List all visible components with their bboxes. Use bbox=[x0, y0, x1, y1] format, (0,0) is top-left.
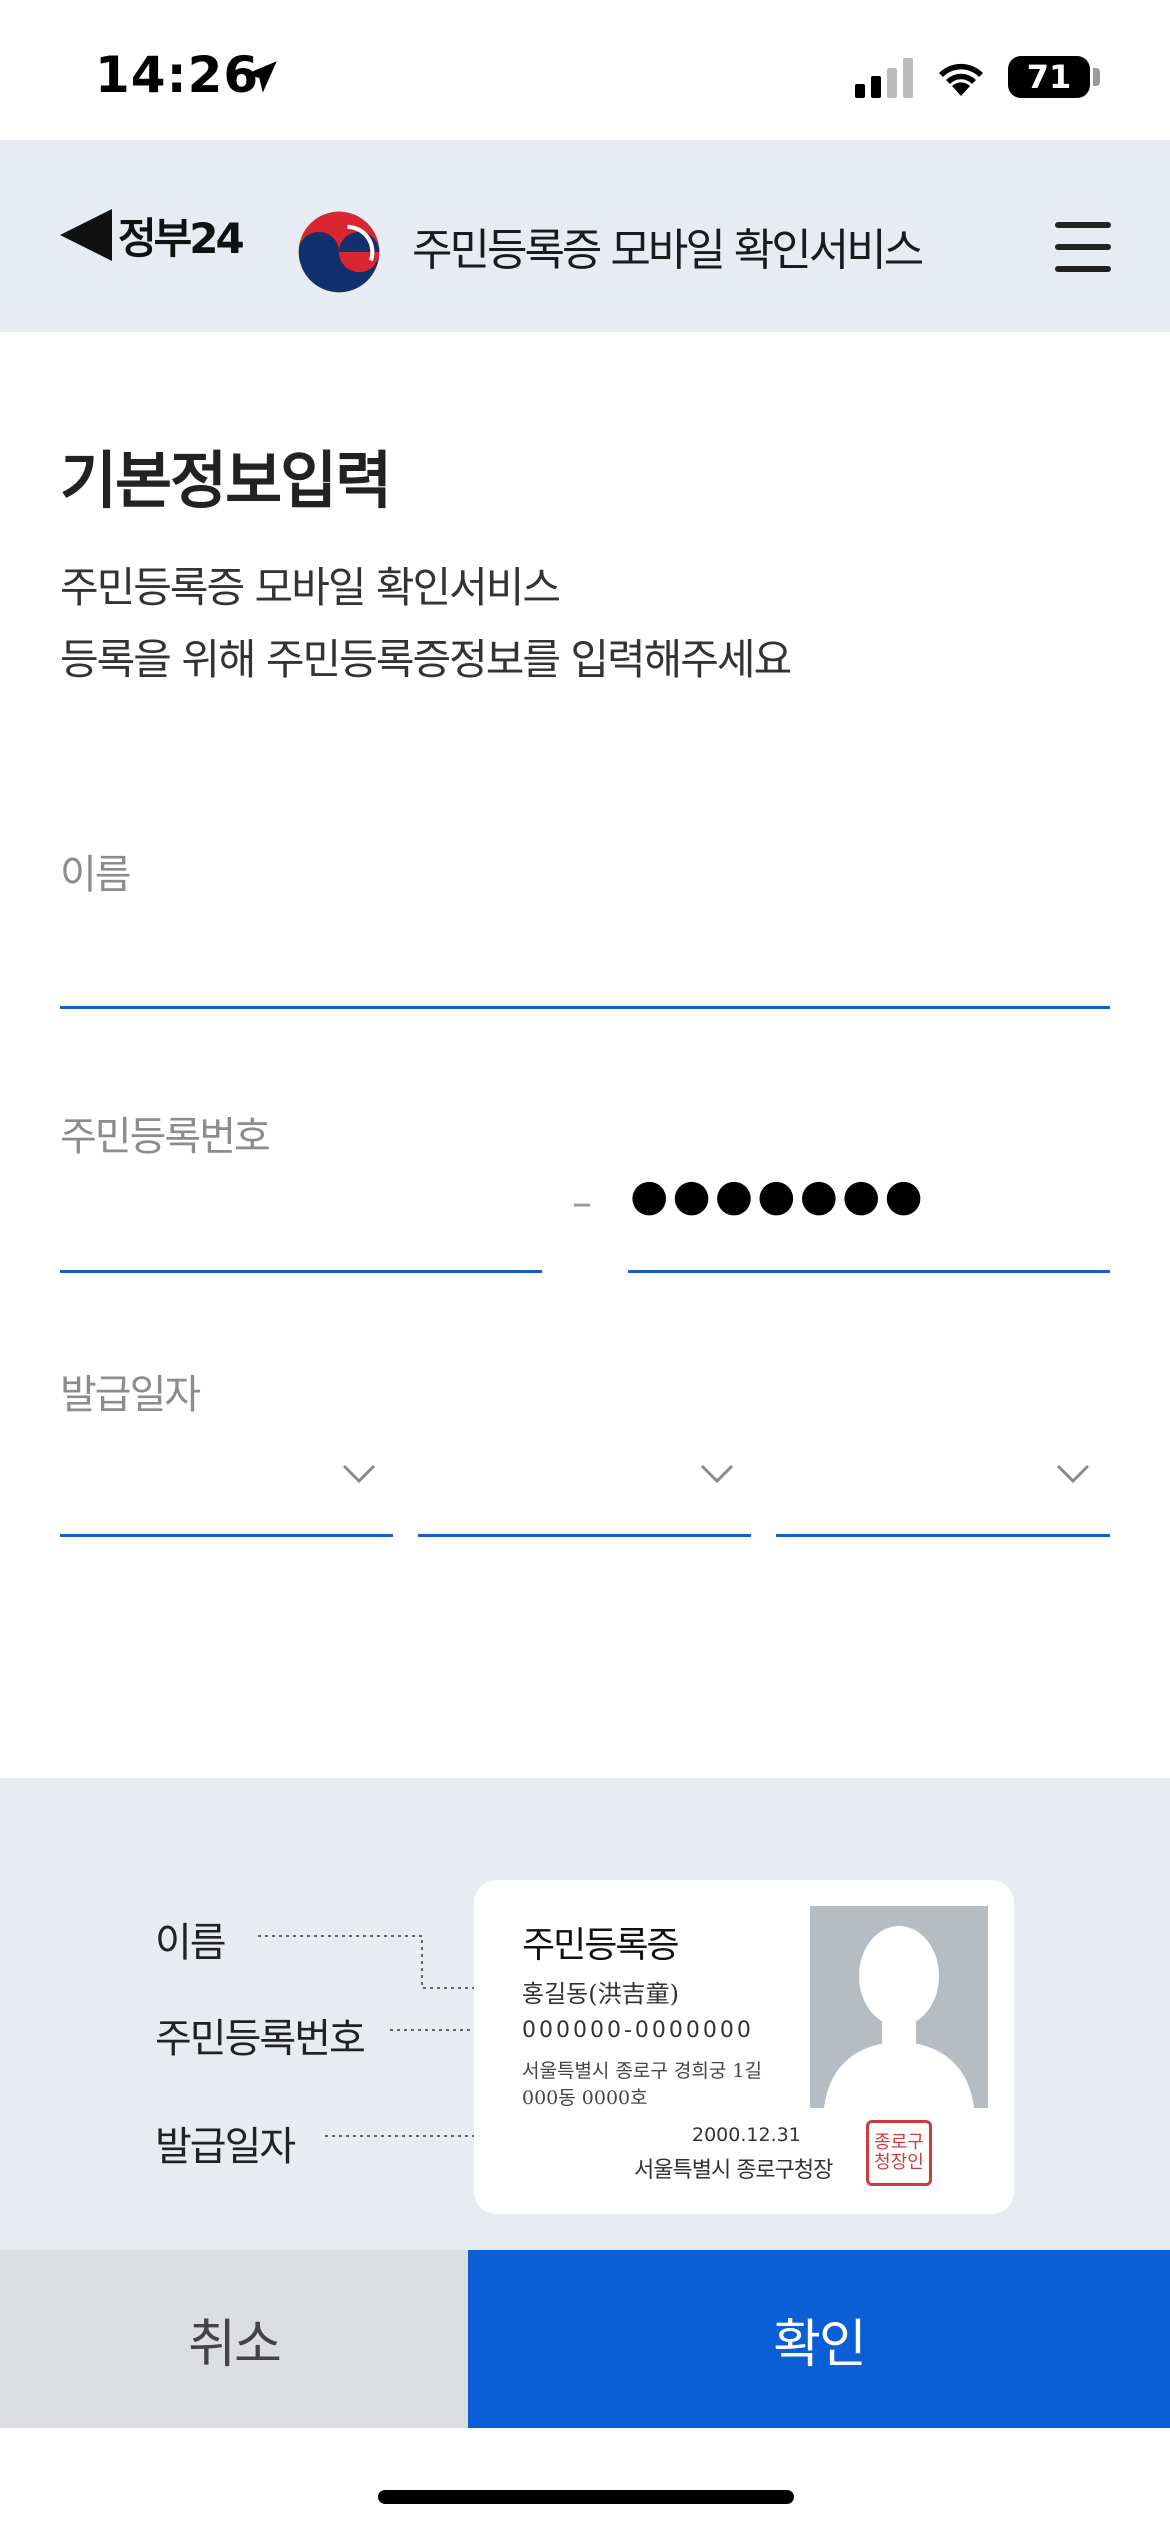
card-title: 주민등록증 bbox=[522, 1925, 680, 1966]
home-indicator bbox=[378, 2490, 794, 2504]
description-line-1: 주민등록증 모바일 확인서비스 bbox=[60, 563, 561, 612]
card-issuer: 서울특별시 종로구청장 bbox=[634, 2158, 833, 2183]
name-input[interactable] bbox=[60, 930, 1110, 1010]
cancel-button[interactable]: 취소 bbox=[0, 2250, 468, 2428]
issue-date-label: 발급일자 bbox=[60, 1372, 201, 1418]
card-photo bbox=[810, 1906, 988, 2108]
card-rrn: 000000-0000000 bbox=[522, 2018, 754, 2043]
person-silhouette-icon bbox=[824, 1926, 974, 2108]
battery-nub bbox=[1093, 68, 1100, 86]
back-arrow-icon bbox=[60, 209, 112, 261]
card-date: 2000.12.31 bbox=[692, 2124, 801, 2146]
rrn-label: 주민등록번호 bbox=[60, 1114, 271, 1160]
battery-indicator: 71 bbox=[1008, 56, 1090, 98]
issue-month-underline bbox=[418, 1534, 751, 1537]
rrn-front-underline bbox=[60, 1270, 542, 1273]
chevron-down-icon bbox=[342, 1464, 376, 1484]
issue-day-underline bbox=[776, 1534, 1110, 1537]
rrn-front-input[interactable] bbox=[60, 1192, 542, 1272]
menu-icon[interactable] bbox=[1055, 222, 1111, 272]
page-title: 기본정보입력 bbox=[60, 444, 392, 517]
id-card-sample: 주민등록증 홍길동(洪吉童) 000000-0000000 서울특별시 종로구 … bbox=[474, 1880, 1014, 2214]
rrn-back-input[interactable]: ●●●●●●● bbox=[630, 1170, 927, 1221]
government-emblem-icon bbox=[298, 211, 380, 293]
card-address-line-1: 서울특별시 종로구 경희궁 1길 bbox=[522, 2060, 762, 2082]
status-bar: 14:26 71 bbox=[0, 0, 1170, 140]
name-label: 이름 bbox=[60, 852, 132, 898]
card-name: 홍길동(洪吉童) bbox=[522, 1980, 679, 2008]
location-arrow-icon bbox=[245, 61, 277, 93]
page-description: 주민등록증 모바일 확인서비스 등록을 위해 주민등록증정보를 입력해주세요 bbox=[60, 552, 792, 696]
header-title: 주민등록증 모바일 확인서비스 bbox=[412, 225, 924, 276]
name-underline bbox=[60, 1006, 1110, 1009]
wifi-icon bbox=[939, 63, 983, 96]
issue-day-select[interactable] bbox=[776, 1440, 1110, 1532]
rrn-back-underline bbox=[628, 1270, 1110, 1273]
status-time: 14:26 bbox=[95, 46, 260, 104]
back-label: 정부24 bbox=[118, 213, 245, 263]
cellular-signal-icon bbox=[855, 58, 913, 98]
chevron-down-icon bbox=[700, 1464, 734, 1484]
issue-year-select[interactable] bbox=[60, 1440, 393, 1532]
app-header: 정부24 주민등록증 모바일 확인서비스 bbox=[0, 140, 1170, 332]
card-address: 서울특별시 종로구 경희궁 1길 000동 0000호 bbox=[522, 2058, 762, 2112]
issue-year-underline bbox=[60, 1534, 393, 1537]
chevron-down-icon bbox=[1056, 1464, 1090, 1484]
confirm-button[interactable]: 확인 bbox=[468, 2250, 1170, 2428]
card-seal: 종로구청장인 bbox=[866, 2120, 932, 2186]
rrn-dash: – bbox=[572, 1180, 592, 1226]
issue-month-select[interactable] bbox=[418, 1440, 751, 1532]
description-line-2: 등록을 위해 주민등록증정보를 입력해주세요 bbox=[60, 635, 792, 684]
card-address-line-2: 000동 0000호 bbox=[522, 2087, 648, 2109]
back-button[interactable]: 정부24 bbox=[60, 200, 245, 270]
